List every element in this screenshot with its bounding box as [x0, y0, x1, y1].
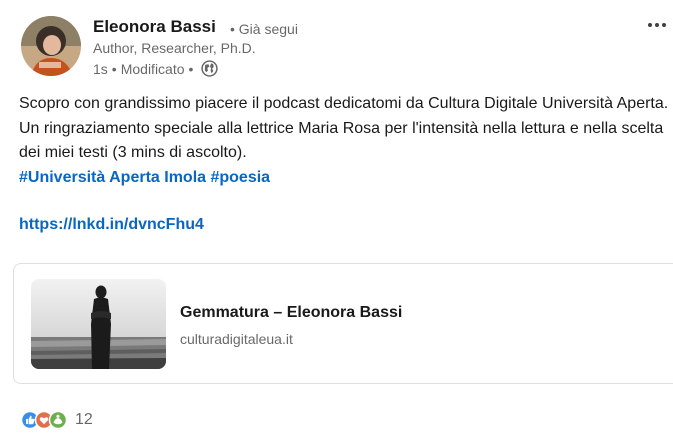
support-icon	[48, 410, 68, 430]
author-name[interactable]: Eleonora Bassi	[93, 17, 216, 37]
post-text: Scopro con grandissimo piacere il podcas…	[19, 95, 669, 161]
follow-status: • Già segui	[230, 21, 298, 37]
reaction-icons	[20, 410, 68, 430]
author-headline: Author, Researcher, Ph.D.	[93, 40, 256, 56]
edited-label: Modificato	[120, 60, 185, 77]
hashtag-line: #Università Aperta Imola #poesia	[19, 166, 673, 191]
globe-icon	[201, 60, 219, 77]
post-meta: 1s • Modificato •	[93, 60, 219, 77]
more-options-icon[interactable]	[642, 14, 670, 36]
post-body: Scopro con grandissimo piacere il podcas…	[19, 92, 673, 190]
preview-title[interactable]: Gemmatura – Eleonora Bassi	[180, 304, 402, 322]
post-link[interactable]: https://lnkd.in/dvncFhu4	[19, 216, 204, 234]
hashtag-poesia[interactable]: #poesia	[210, 169, 270, 186]
meta-separator: •	[188, 60, 194, 77]
post-time: 1s	[93, 60, 108, 77]
reactions-bar[interactable]: 12	[20, 410, 93, 430]
preview-thumbnail[interactable]	[31, 279, 166, 369]
meta-separator: •	[111, 60, 117, 77]
hashtag-universita-aperta-imola[interactable]: #Università Aperta Imola	[19, 169, 206, 186]
preview-domain: culturadigitaleua.it	[180, 331, 293, 347]
reaction-count[interactable]: 12	[75, 411, 93, 429]
link-preview-card[interactable]: Gemmatura – Eleonora Bassi culturadigita…	[13, 263, 673, 384]
author-avatar[interactable]	[21, 16, 81, 76]
